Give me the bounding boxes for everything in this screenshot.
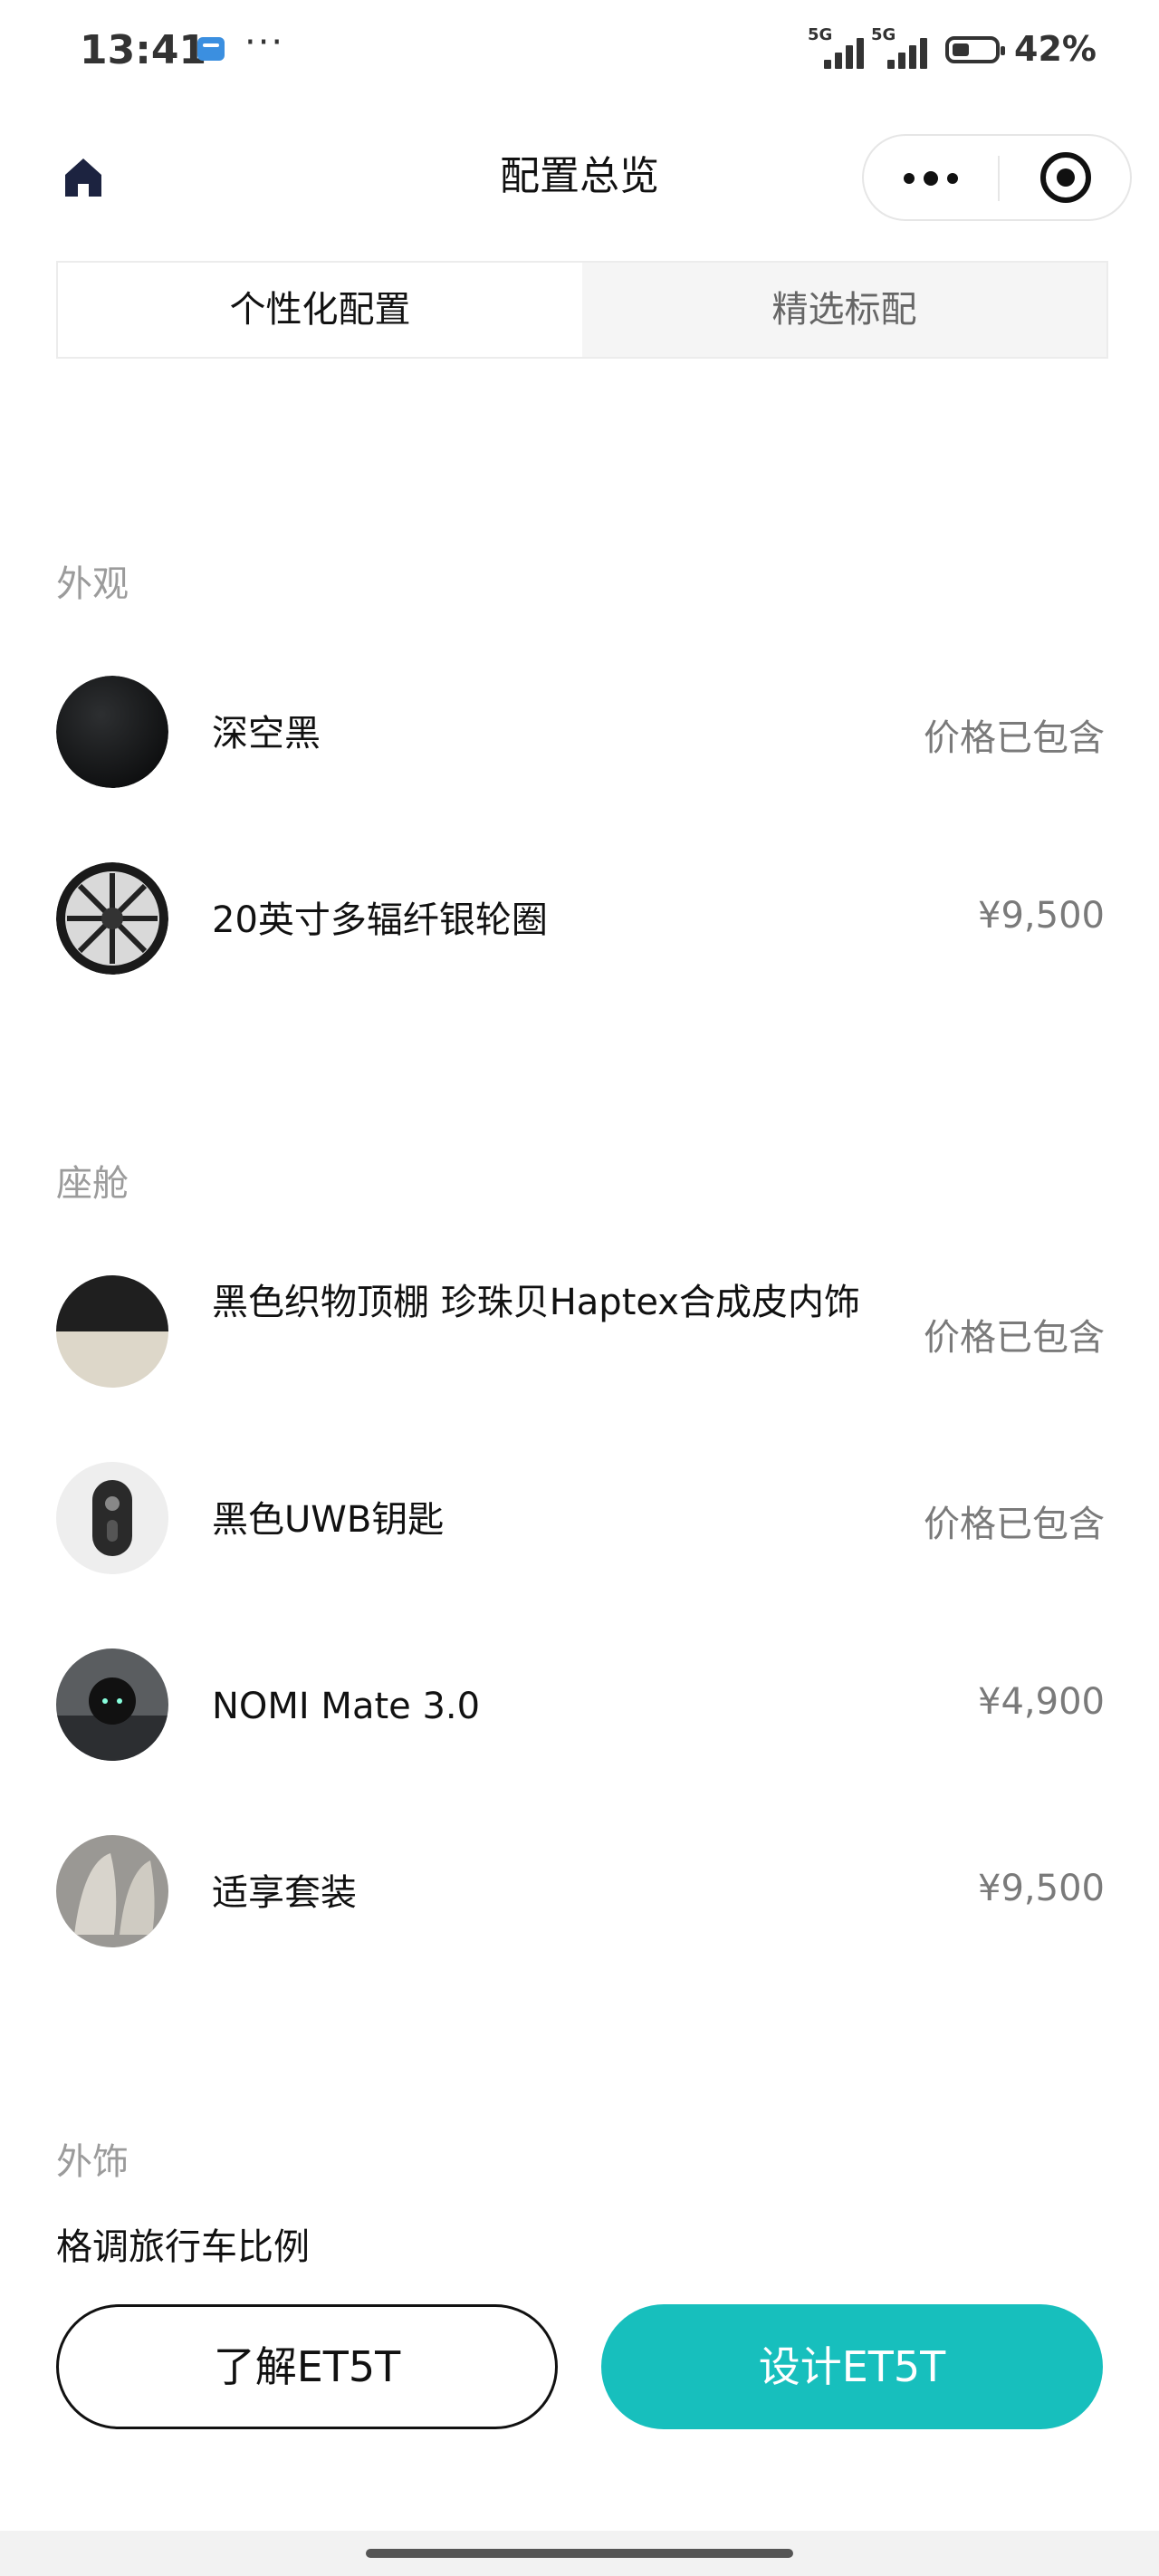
list-item[interactable]: 适享套装 ¥9,500 <box>56 1835 1105 1947</box>
item-price: ¥4,900 <box>978 1681 1105 1723</box>
home-indicator[interactable] <box>366 2549 793 2558</box>
item-name: NOMI Mate 3.0 <box>212 1686 481 1727</box>
interior-swatch-image <box>56 1275 168 1388</box>
comfort-package-image <box>56 1835 168 1947</box>
section-title-exterior-trim: 外饰 <box>56 2141 129 2183</box>
item-name: 20英寸多辐纤银轮圈 <box>212 899 548 941</box>
item-name: 格调旅行车比例 <box>56 2226 310 2263</box>
list-item[interactable]: 黑色织物顶棚 珍珠贝Haptex合成皮内饰 价格已包含 <box>56 1275 1105 1388</box>
status-bar: 13:41 ··· 5G 5G 42% <box>0 0 1159 104</box>
key-image <box>56 1462 168 1574</box>
more-dots-icon[interactable] <box>864 136 998 219</box>
section-title-exterior: 外观 <box>56 563 129 605</box>
item-name: 适享套装 <box>212 1872 357 1914</box>
list-item[interactable]: 深空黑 价格已包含 <box>56 676 1105 788</box>
item-name: 黑色UWB钥匙 <box>212 1499 445 1541</box>
config-tabs: 个性化配置 精选标配 <box>56 261 1108 359</box>
list-item[interactable]: 黑色UWB钥匙 价格已包含 <box>56 1462 1105 1574</box>
item-price: ¥9,500 <box>978 1868 1105 1909</box>
item-name: 深空黑 <box>212 713 321 755</box>
item-name: 黑色织物顶棚 珍珠贝Haptex合成皮内饰 <box>212 1282 860 1323</box>
color-swatch-image <box>56 676 168 788</box>
bottom-action-bar: 了解ET5T 设计ET5T <box>0 2264 1159 2531</box>
battery-percent: 42% <box>1014 29 1097 69</box>
target-close-icon[interactable] <box>1000 136 1130 219</box>
item-price: 价格已包含 <box>924 1504 1105 1545</box>
learn-et5t-button[interactable]: 了解ET5T <box>56 2304 558 2429</box>
mini-program-capsule <box>862 134 1132 221</box>
status-more-dots: ··· <box>244 22 285 63</box>
tab-standard-config[interactable]: 精选标配 <box>582 263 1106 357</box>
section-title-cabin: 座舱 <box>56 1163 129 1205</box>
wheel-image <box>56 862 168 975</box>
design-et5t-button[interactable]: 设计ET5T <box>601 2304 1103 2429</box>
item-price: 价格已包含 <box>924 717 1105 759</box>
signal-5g-icon: 5G <box>871 25 934 71</box>
status-time: 13:41 <box>80 27 207 73</box>
list-item[interactable]: NOMI Mate 3.0 ¥4,900 <box>56 1648 1105 1761</box>
signal-5g-icon: 5G <box>808 25 871 71</box>
battery-icon <box>945 36 1005 63</box>
nomi-mate-image <box>56 1648 168 1761</box>
item-price: ¥9,500 <box>978 895 1105 937</box>
tab-personalized-config[interactable]: 个性化配置 <box>58 263 582 357</box>
item-price: 价格已包含 <box>924 1317 1105 1359</box>
list-item[interactable]: 20英寸多辐纤银轮圈 ¥9,500 <box>56 862 1105 975</box>
mail-notification-icon <box>197 37 225 61</box>
